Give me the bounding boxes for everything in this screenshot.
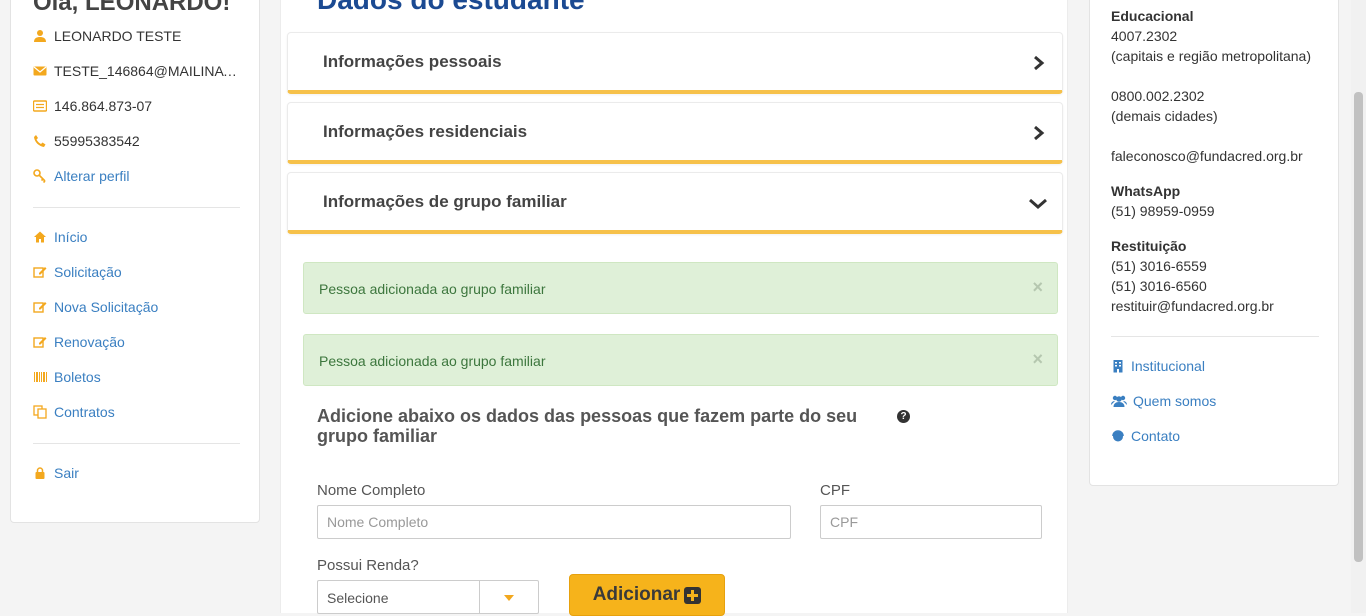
cpf-input[interactable] bbox=[820, 505, 1042, 539]
success-alert: Pessoa adicionada ao grupo familiar × bbox=[303, 334, 1058, 386]
edit-icon bbox=[33, 335, 47, 349]
menu-item-inicio[interactable]: Início bbox=[33, 227, 87, 247]
profile-name-row: LEONARDO TESTE bbox=[33, 26, 240, 46]
files-icon bbox=[33, 405, 47, 419]
menu-item-solicitacao[interactable]: Solicitação bbox=[33, 262, 122, 282]
lock-icon bbox=[33, 466, 47, 480]
phone-icon bbox=[33, 134, 47, 148]
user-icon bbox=[33, 29, 47, 43]
greeting: Olá, LEONARDO! bbox=[33, 0, 231, 16]
profile-cpf: 146.864.873-07 bbox=[54, 98, 153, 114]
select-toggle[interactable] bbox=[479, 581, 538, 613]
close-icon[interactable]: × bbox=[1032, 349, 1043, 370]
link-contato[interactable]: Contato bbox=[1111, 428, 1180, 444]
plus-square-icon bbox=[684, 586, 702, 604]
page-title: Dados do estudante bbox=[317, 0, 585, 16]
chevron-right-icon bbox=[1030, 55, 1046, 71]
section-grupo-familiar[interactable]: Informações de grupo familiar bbox=[287, 172, 1063, 234]
menu-item-label[interactable]: Solicitação bbox=[54, 264, 122, 280]
whatsapp-title: WhatsApp bbox=[1111, 183, 1181, 199]
menu-item-boletos[interactable]: Boletos bbox=[33, 367, 101, 387]
add-person-button[interactable]: Adicionar bbox=[569, 574, 725, 616]
section-informacoes-pessoais[interactable]: Informações pessoais bbox=[287, 32, 1063, 94]
contact-phone-2: 0800.002.2302 bbox=[1111, 88, 1205, 104]
menu-item-label[interactable]: Contratos bbox=[54, 404, 115, 420]
section-title: Informações de grupo familiar bbox=[323, 192, 567, 211]
logout-link[interactable]: Sair bbox=[33, 463, 79, 483]
menu-item-label[interactable]: Início bbox=[54, 229, 87, 245]
users-icon bbox=[1111, 394, 1127, 408]
divider bbox=[33, 207, 240, 208]
envelope-icon bbox=[33, 64, 47, 78]
logout-label[interactable]: Sair bbox=[54, 465, 79, 481]
link-label[interactable]: Contato bbox=[1131, 428, 1180, 444]
right-sidebar: Educacional 4007.2302 (capitais e região… bbox=[1089, 0, 1339, 486]
income-select[interactable]: Selecione bbox=[317, 580, 539, 614]
contact-email: faleconosco@fundacred.org.br bbox=[1111, 148, 1303, 164]
key-icon bbox=[33, 169, 47, 183]
divider bbox=[1111, 336, 1319, 337]
menu-item-label[interactable]: Nova Solicitação bbox=[54, 299, 158, 315]
restitution-title: Restituição bbox=[1111, 238, 1187, 254]
home-icon bbox=[33, 230, 47, 244]
chevron-down-icon bbox=[1028, 195, 1048, 211]
divider bbox=[33, 443, 240, 444]
restitution-email: restituir@fundacred.org.br bbox=[1111, 298, 1274, 314]
edit-profile-label[interactable]: Alterar perfil bbox=[54, 168, 129, 184]
menu-item-nova-solicitacao[interactable]: Nova Solicitação bbox=[33, 297, 158, 317]
section-informacoes-residenciais[interactable]: Informações residenciais bbox=[287, 102, 1063, 164]
profile-email: TESTE_146864@MAILINATOR.COM bbox=[54, 63, 240, 79]
section-title: Informações pessoais bbox=[323, 52, 502, 71]
edit-profile-link[interactable]: Alterar perfil bbox=[33, 166, 129, 186]
scrollbar-thumb[interactable] bbox=[1354, 92, 1363, 562]
link-quem-somos[interactable]: Quem somos bbox=[1111, 393, 1216, 409]
contact-phone-1-note: (capitais e região metropolitana) bbox=[1111, 48, 1311, 64]
alert-text: Pessoa adicionada ao grupo familiar bbox=[319, 281, 546, 297]
profile-phone: 55995383542 bbox=[54, 133, 140, 149]
building-icon bbox=[1111, 359, 1125, 373]
link-institucional[interactable]: Institucional bbox=[1111, 358, 1205, 374]
menu-item-label[interactable]: Renovação bbox=[54, 334, 125, 350]
edit-icon bbox=[33, 265, 47, 279]
section-title: Informações residenciais bbox=[323, 122, 528, 141]
whatsapp-number: (51) 98959-0959 bbox=[1111, 203, 1215, 219]
name-label: Nome Completo bbox=[317, 482, 426, 499]
profile-name: LEONARDO TESTE bbox=[54, 28, 182, 44]
menu-item-contratos[interactable]: Contratos bbox=[33, 402, 115, 422]
income-label: Possui Renda? bbox=[317, 557, 419, 574]
main-content: Dados do estudante Informações pessoais … bbox=[280, 0, 1068, 616]
full-name-input[interactable] bbox=[317, 505, 791, 539]
alert-text: Pessoa adicionada ao grupo familiar bbox=[319, 353, 546, 369]
restitution-phone-1: (51) 3016-6559 bbox=[1111, 258, 1207, 274]
profile-cpf-row: 146.864.873-07 bbox=[33, 96, 240, 116]
help-icon[interactable]: ? bbox=[897, 410, 910, 423]
edit-icon bbox=[33, 300, 47, 314]
close-icon[interactable]: × bbox=[1032, 277, 1043, 298]
menu-item-label[interactable]: Boletos bbox=[54, 369, 101, 385]
page-scrollbar[interactable] bbox=[1351, 0, 1366, 613]
left-sidebar: Olá, LEONARDO! LEONARDO TESTE TESTE_1468… bbox=[10, 0, 260, 523]
chevron-right-icon bbox=[1030, 125, 1046, 141]
contact-phone-2-note: (demais cidades) bbox=[1111, 108, 1218, 124]
headset-icon bbox=[1111, 429, 1125, 443]
barcode-icon bbox=[33, 370, 47, 384]
add-button-label: Adicionar bbox=[592, 584, 681, 605]
restitution-phone-2: (51) 3016-6560 bbox=[1111, 278, 1207, 294]
cpf-label: CPF bbox=[820, 482, 850, 499]
contact-phone-1: 4007.2302 bbox=[1111, 28, 1178, 44]
family-group-subtitle: Adicione abaixo os dados das pessoas que… bbox=[317, 406, 858, 446]
profile-phone-row: 55995383542 bbox=[33, 131, 240, 151]
caret-down-icon bbox=[504, 595, 514, 601]
profile-email-row: TESTE_146864@MAILINATOR.COM bbox=[33, 61, 240, 81]
link-label[interactable]: Institucional bbox=[1131, 358, 1205, 374]
income-select-value: Selecione bbox=[327, 590, 389, 606]
link-label[interactable]: Quem somos bbox=[1133, 393, 1216, 409]
contact-heading: Educacional bbox=[1111, 8, 1194, 24]
id-card-icon bbox=[33, 99, 47, 113]
menu-item-renovacao[interactable]: Renovação bbox=[33, 332, 125, 352]
success-alert: Pessoa adicionada ao grupo familiar × bbox=[303, 262, 1058, 314]
